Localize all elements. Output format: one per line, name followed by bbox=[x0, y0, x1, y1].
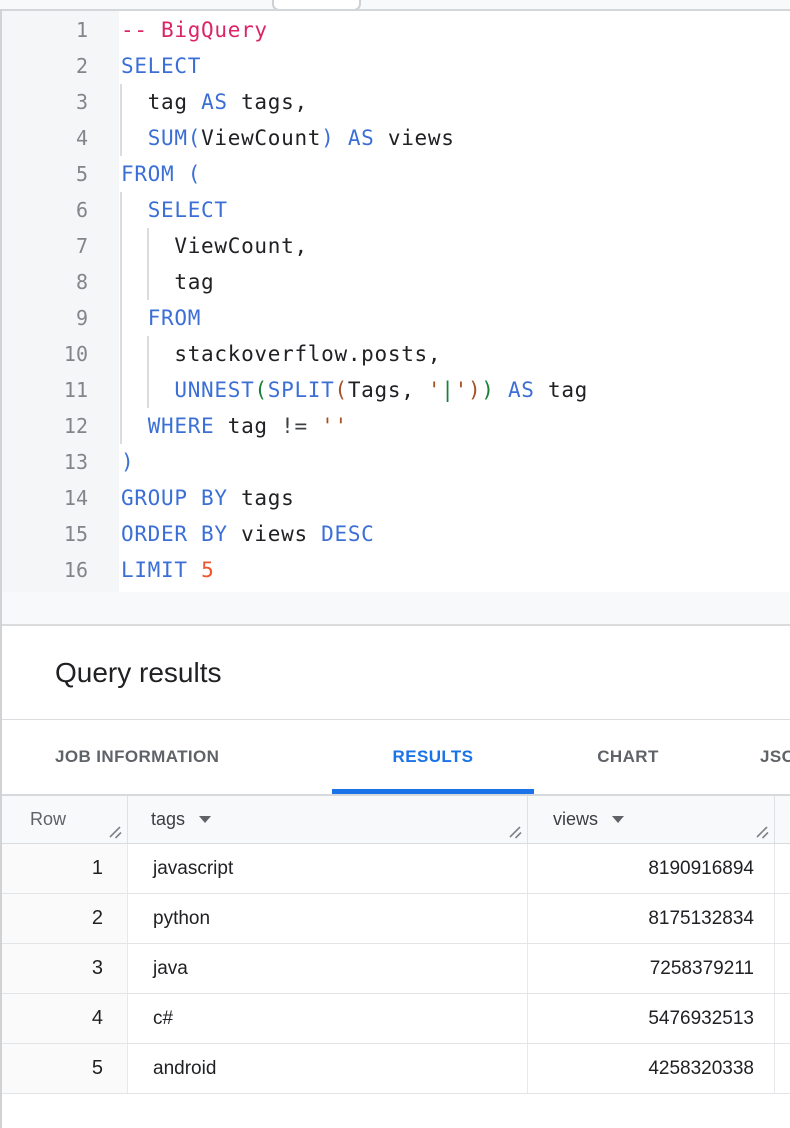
table-row: 5 android 4258320338 bbox=[0, 1044, 790, 1094]
line-number: 7 bbox=[2, 228, 119, 264]
row-number-cell: 1 bbox=[0, 844, 128, 893]
code-line[interactable]: FROM bbox=[121, 300, 790, 336]
code-line[interactable]: SELECT bbox=[121, 192, 790, 228]
results-table: Row tags views 1 bbox=[0, 794, 790, 1094]
code-line[interactable]: GROUP BY tags bbox=[121, 480, 790, 516]
page-title: Query results bbox=[55, 657, 222, 689]
bigquery-panel: 12345678910111213141516 -- BigQuerySELEC… bbox=[0, 0, 790, 1128]
editor-footer-strip bbox=[0, 592, 790, 626]
empty-cell bbox=[775, 994, 790, 1043]
code-line[interactable]: ViewCount, bbox=[121, 228, 790, 264]
line-number: 14 bbox=[2, 480, 119, 516]
line-number: 5 bbox=[2, 156, 119, 192]
code-line[interactable]: SUM(ViewCount) AS views bbox=[121, 120, 790, 156]
panel-left-border bbox=[0, 9, 2, 1128]
views-cell: 4258320338 bbox=[528, 1044, 775, 1093]
indent-guide bbox=[147, 228, 149, 300]
table-header-row: Row tags views bbox=[0, 796, 790, 844]
tags-cell: java bbox=[128, 944, 528, 993]
table-row: 4 c# 5476932513 bbox=[0, 994, 790, 1044]
tab-json[interactable]: JSON bbox=[760, 720, 790, 794]
editor-top-strip bbox=[0, 0, 790, 11]
code-line[interactable]: FROM ( bbox=[121, 156, 790, 192]
line-number: 12 bbox=[2, 408, 119, 444]
indent-guide bbox=[120, 84, 122, 156]
code-line[interactable]: SELECT bbox=[121, 48, 790, 84]
code-line[interactable]: ORDER BY views DESC bbox=[121, 516, 790, 552]
column-header-empty bbox=[775, 796, 790, 843]
line-numbers: 12345678910111213141516 bbox=[2, 11, 119, 592]
line-number: 3 bbox=[2, 84, 119, 120]
column-header-views-label: views bbox=[553, 809, 598, 830]
row-number-cell: 3 bbox=[0, 944, 128, 993]
views-cell: 8190916894 bbox=[528, 844, 775, 893]
column-header-tags: tags bbox=[128, 796, 528, 843]
code-line[interactable]: ) bbox=[121, 444, 790, 480]
line-number: 13 bbox=[2, 444, 119, 480]
column-header-row: Row bbox=[0, 796, 128, 843]
tab-job-information[interactable]: JOB INFORMATION bbox=[55, 720, 219, 794]
column-header-views: views bbox=[528, 796, 775, 843]
views-cell: 8175132834 bbox=[528, 894, 775, 943]
line-number: 4 bbox=[2, 120, 119, 156]
table-row: 3 java 7258379211 bbox=[0, 944, 790, 994]
table-row: 1 javascript 8190916894 bbox=[0, 844, 790, 894]
line-number: 6 bbox=[2, 192, 119, 228]
empty-cell bbox=[775, 944, 790, 993]
column-header-tags-label: tags bbox=[151, 809, 185, 830]
line-number: 11 bbox=[2, 372, 119, 408]
line-number: 15 bbox=[2, 516, 119, 552]
tags-cell: python bbox=[128, 894, 528, 943]
code-line[interactable]: WHERE tag != '' bbox=[121, 408, 790, 444]
empty-cell bbox=[775, 844, 790, 893]
line-number: 8 bbox=[2, 264, 119, 300]
row-number-cell: 4 bbox=[0, 994, 128, 1043]
editor-tab-bottom bbox=[272, 0, 361, 11]
row-number-cell: 5 bbox=[0, 1044, 128, 1093]
column-resize-icon[interactable] bbox=[107, 824, 123, 840]
line-number: 16 bbox=[2, 552, 119, 588]
code-line[interactable]: tag bbox=[121, 264, 790, 300]
column-dropdown-icon[interactable] bbox=[199, 816, 211, 823]
row-number-cell: 2 bbox=[0, 894, 128, 943]
tags-cell: android bbox=[128, 1044, 528, 1093]
line-number: 10 bbox=[2, 336, 119, 372]
line-number: 9 bbox=[2, 300, 119, 336]
code-line[interactable]: stackoverflow.posts, bbox=[121, 336, 790, 372]
tab-results[interactable]: RESULTS bbox=[332, 720, 534, 794]
views-cell: 5476932513 bbox=[528, 994, 775, 1043]
line-number: 1 bbox=[2, 12, 119, 48]
tags-cell: c# bbox=[128, 994, 528, 1043]
views-cell: 7258379211 bbox=[528, 944, 775, 993]
code-line[interactable]: tag AS tags, bbox=[121, 84, 790, 120]
line-number: 2 bbox=[2, 48, 119, 84]
code-line[interactable]: UNNEST(SPLIT(Tags, '|')) AS tag bbox=[121, 372, 790, 408]
results-header: Query results bbox=[0, 626, 790, 720]
sql-editor[interactable]: 12345678910111213141516 -- BigQuerySELEC… bbox=[0, 11, 790, 592]
empty-cell bbox=[775, 1044, 790, 1093]
indent-guide bbox=[147, 336, 149, 408]
column-resize-icon[interactable] bbox=[754, 824, 770, 840]
tab-chart[interactable]: CHART bbox=[575, 720, 681, 794]
empty-cell bbox=[775, 894, 790, 943]
table-row: 2 python 8175132834 bbox=[0, 894, 790, 944]
code-line[interactable]: LIMIT 5 bbox=[121, 552, 790, 588]
column-dropdown-icon[interactable] bbox=[612, 816, 624, 823]
code-line[interactable]: -- BigQuery bbox=[121, 12, 790, 48]
indent-guide bbox=[120, 192, 122, 444]
column-resize-icon[interactable] bbox=[507, 824, 523, 840]
code-lines[interactable]: -- BigQuerySELECT tag AS tags, SUM(ViewC… bbox=[119, 11, 790, 592]
results-tab-bar: JOB INFORMATION RESULTS CHART JSON bbox=[0, 720, 790, 794]
tags-cell: javascript bbox=[128, 844, 528, 893]
column-header-row-label: Row bbox=[30, 809, 66, 830]
